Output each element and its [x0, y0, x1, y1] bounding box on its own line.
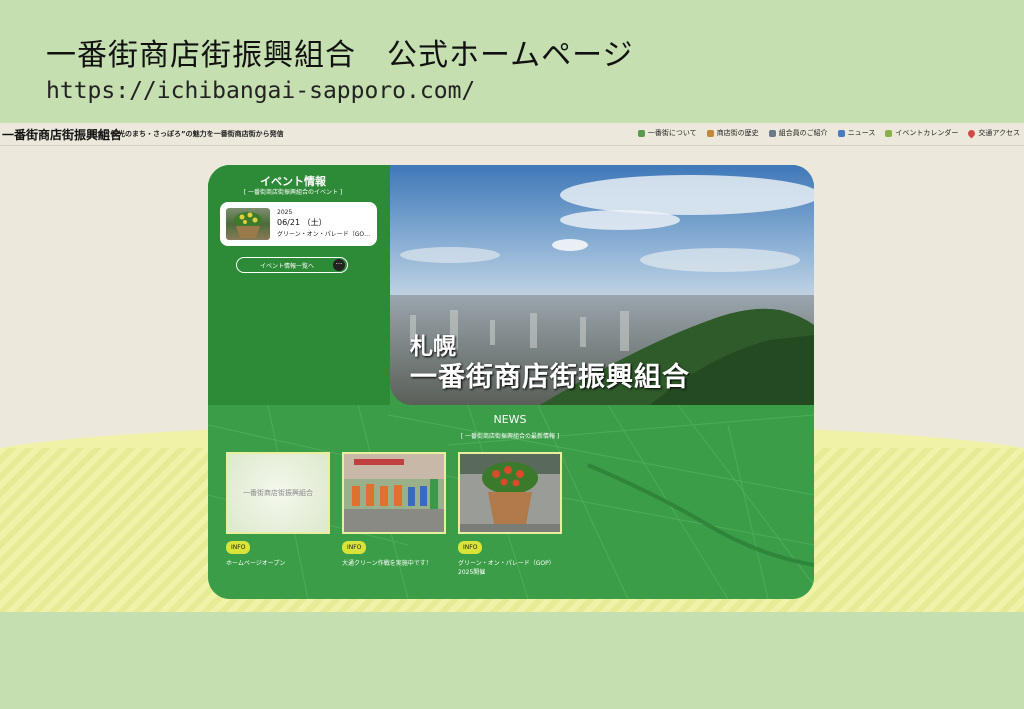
- calendar-icon: [885, 129, 893, 137]
- book-icon: [706, 129, 714, 137]
- nav-item-label: ニュース: [847, 129, 876, 137]
- site-tagline: 食と観光のまち・さっぽろ”の魅力を一番街商店街から発信: [97, 130, 284, 138]
- event-list-button-label: イベント情報一覧へ: [259, 263, 314, 270]
- more-icon: ···: [333, 259, 345, 271]
- event-card[interactable]: 2025 06/21 （土） グリーン・オン・パレード（GO…: [220, 202, 377, 246]
- news-item[interactable]: INFO グリーン・オン・パレード（GOP） 2025開催: [458, 452, 562, 577]
- news-item[interactable]: INFO 大通クリーン作戦を実施中です！: [342, 452, 446, 568]
- info-badge: INFO: [458, 541, 483, 554]
- hero-image: 札幌 一番街商店街振興組合: [390, 165, 814, 405]
- nav-item-history[interactable]: 商店街の歴史: [706, 128, 759, 138]
- news-item-text: 大通クリーン作戦を実施中です！: [342, 560, 432, 567]
- event-thumbnail: [226, 208, 270, 240]
- building-icon: [637, 129, 645, 137]
- news-item[interactable]: 一番街商店街振興組合 INFO ホームページオープン: [226, 452, 330, 568]
- people-icon: [768, 129, 776, 137]
- event-subtitle: [ 一番街商店街振興組合のイベント ]: [243, 189, 343, 196]
- slide-title: 一番街商店街振興組合 公式ホームページ: [46, 38, 634, 73]
- news-icon: [837, 129, 845, 137]
- event-panel: イベント情報 [ 一番街商店街振興組合のイベント ] 2025 06/21 （土…: [208, 165, 390, 405]
- main-nav: 一番街について 商店街の歴史 組合員のご紹介 ニュース イベントカレンダー 交通…: [637, 128, 1020, 138]
- info-badge: INFO: [342, 541, 367, 554]
- nav-item-calendar[interactable]: イベントカレンダー: [885, 128, 958, 138]
- nav-item-label: 商店街の歴史: [716, 129, 759, 137]
- news-thumbnail: [458, 452, 562, 534]
- event-list-button[interactable]: イベント情報一覧へ ···: [236, 257, 348, 273]
- nav-item-label: 一番街について: [647, 129, 697, 137]
- nav-item-members[interactable]: 組合員のご紹介: [768, 128, 828, 138]
- info-badge: INFO: [226, 541, 251, 554]
- slide-url[interactable]: https://ichibangai-sapporo.com/: [46, 78, 475, 104]
- nav-item-access[interactable]: 交通アクセス: [966, 128, 1020, 138]
- news-thumbnail: [342, 452, 446, 534]
- news-item-text: ホームページオープン: [226, 560, 286, 567]
- main-card: イベント情報 [ 一番街商店街振興組合のイベント ] 2025 06/21 （土…: [208, 165, 814, 599]
- thumbnail-placeholder-text: 一番街商店街振興組合: [243, 489, 313, 497]
- pin-icon: [966, 128, 977, 138]
- event-date: 06/21 （土）: [277, 218, 327, 227]
- news-thumbnail: 一番街商店街振興組合: [226, 452, 330, 534]
- event-name: グリーン・オン・パレード（GO…: [277, 231, 371, 238]
- news-title: NEWS: [493, 413, 527, 426]
- news-subtitle: [ 一番街商店街振興組合の最新情報 ]: [460, 433, 560, 440]
- nav-item-label: イベントカレンダー: [895, 129, 959, 137]
- nav-item-about[interactable]: 一番街について: [637, 128, 697, 138]
- nav-item-news[interactable]: ニュース: [837, 128, 876, 138]
- event-year: 2025: [277, 209, 293, 216]
- site-header: 一番街商店街振興組合 食と観光のまち・さっぽろ”の魅力を一番街商店街から発信 一…: [0, 123, 1024, 146]
- nav-item-label: 組合員のご紹介: [778, 129, 828, 137]
- nav-item-label: 交通アクセス: [978, 129, 1020, 137]
- website-screenshot: 一番街商店街振興組合 食と観光のまち・さっぽろ”の魅力を一番街商店街から発信 一…: [0, 123, 1024, 612]
- news-item-text: グリーン・オン・パレード（GOP） 2025開催: [458, 560, 555, 576]
- hero-title-line2: 一番街商店街振興組合: [410, 362, 690, 393]
